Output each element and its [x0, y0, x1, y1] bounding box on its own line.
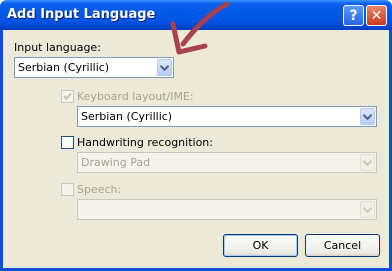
input-language-label: Input language:: [14, 41, 101, 54]
dialog-window: Add Input Language ? ✕ Input language: S…: [0, 0, 392, 271]
input-language-value: Serbian (Cyrillic): [18, 61, 110, 74]
handwriting-checkbox[interactable]: [61, 136, 74, 149]
keyboard-layout-dropdown[interactable]: Serbian (Cyrillic): [77, 106, 377, 127]
keyboard-layout-value: Serbian (Cyrillic): [81, 110, 173, 123]
close-icon: ✕: [370, 7, 383, 24]
chevron-down-icon[interactable]: [360, 108, 375, 125]
keyboard-layout-label: Keyboard layout/IME:: [77, 90, 194, 103]
input-language-dropdown[interactable]: Serbian (Cyrillic): [14, 57, 174, 78]
window-title: Add Input Language: [7, 7, 156, 22]
handwriting-label: Handwriting recognition:: [77, 136, 213, 149]
close-button[interactable]: ✕: [366, 5, 387, 26]
speech-checkbox[interactable]: [61, 183, 74, 196]
checkmark-icon: [63, 92, 72, 100]
ok-button[interactable]: OK: [223, 234, 298, 257]
handwriting-dropdown[interactable]: Drawing Pad: [77, 152, 377, 173]
chevron-down-icon[interactable]: [360, 201, 375, 218]
speech-dropdown[interactable]: [77, 199, 377, 220]
chevron-down-icon[interactable]: [360, 154, 375, 171]
speech-label: Speech:: [77, 183, 122, 196]
cancel-button[interactable]: Cancel: [305, 234, 380, 257]
help-button[interactable]: ?: [343, 5, 364, 26]
chevron-down-icon[interactable]: [157, 59, 172, 76]
handwriting-value: Drawing Pad: [81, 156, 151, 169]
keyboard-layout-checkbox[interactable]: [61, 90, 74, 103]
help-icon: ?: [349, 7, 358, 24]
annotation-arrow-icon: [170, 1, 230, 55]
